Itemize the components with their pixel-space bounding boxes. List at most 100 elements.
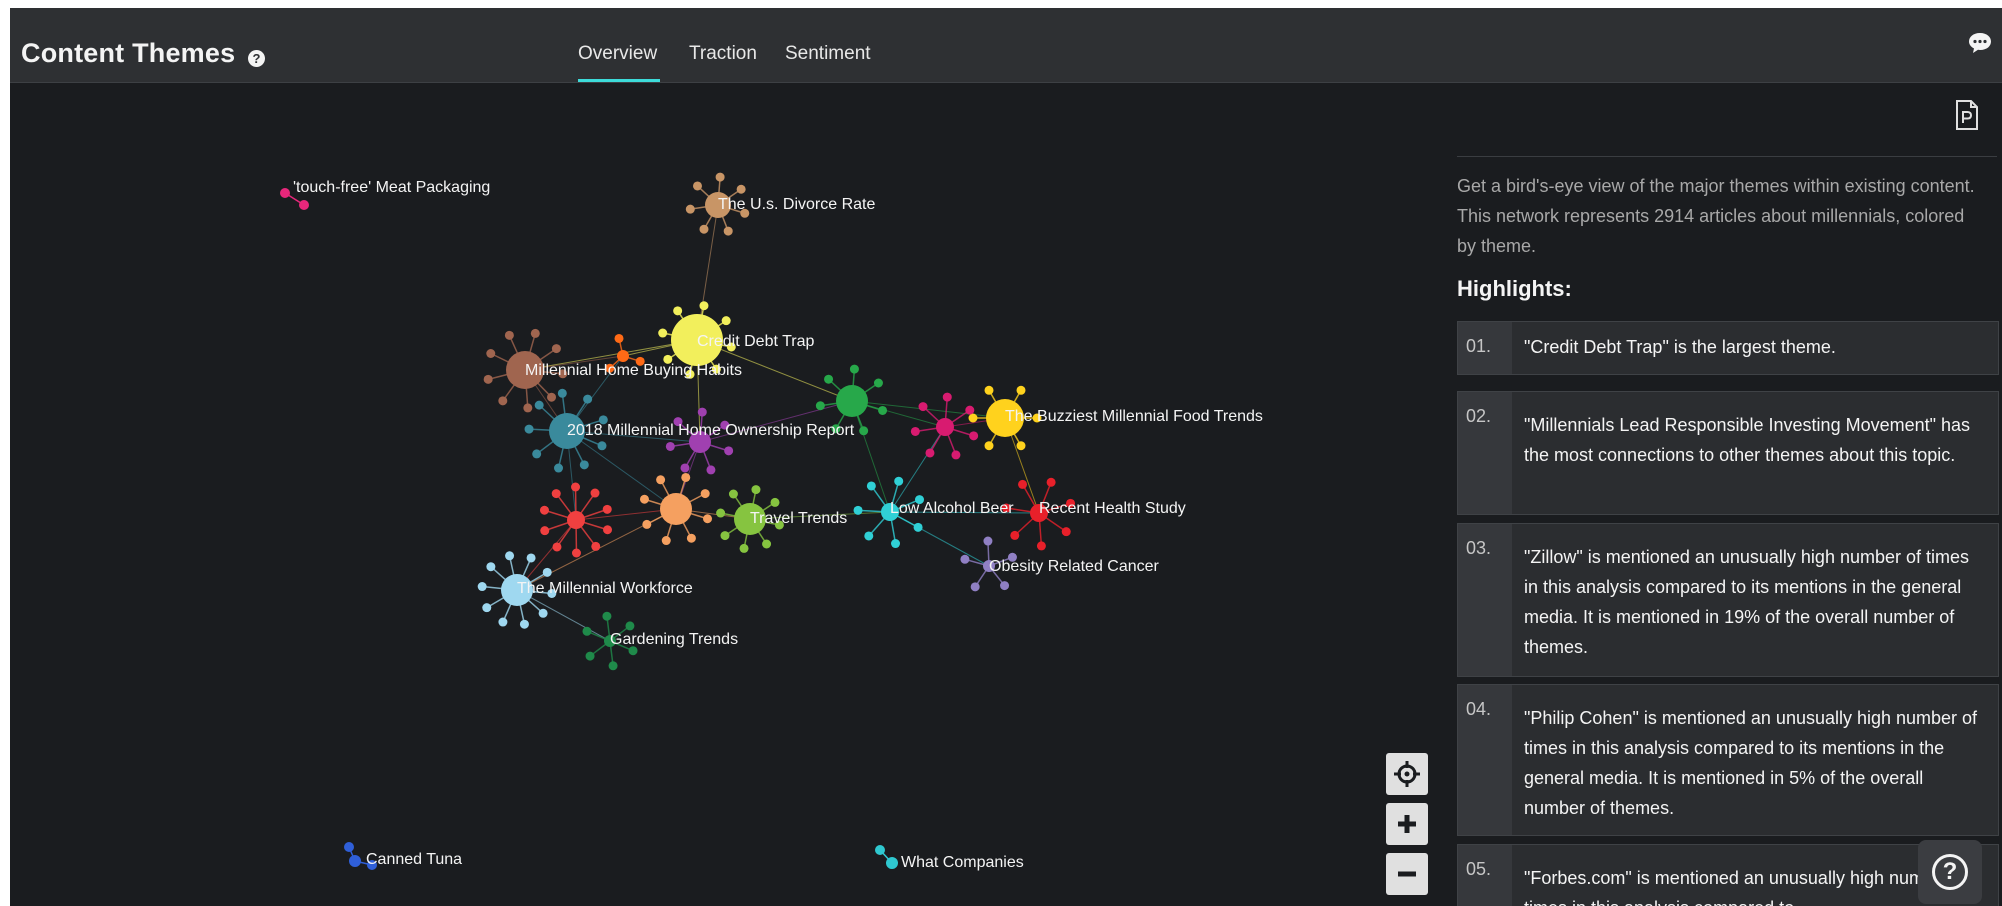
article-node[interactable] <box>1010 530 1020 540</box>
article-node[interactable] <box>349 855 361 867</box>
article-node[interactable] <box>486 349 496 359</box>
article-node[interactable] <box>875 845 885 855</box>
article-node[interactable] <box>583 394 593 404</box>
article-node[interactable] <box>579 460 589 470</box>
theme-node[interactable] <box>617 350 629 362</box>
article-node[interactable] <box>724 446 734 456</box>
article-node[interactable] <box>639 494 649 504</box>
pdf-icon[interactable] <box>1955 100 1979 130</box>
theme-label[interactable]: Travel Trends <box>750 510 847 527</box>
article-node[interactable] <box>642 519 652 529</box>
article-node[interactable] <box>571 482 581 492</box>
article-node[interactable] <box>1018 479 1028 489</box>
theme-label[interactable]: Credit Debt Trap <box>697 333 814 350</box>
article-node[interactable] <box>523 403 533 413</box>
article-node[interactable] <box>751 485 761 495</box>
article-node[interactable] <box>703 514 713 524</box>
article-node[interactable] <box>658 328 668 338</box>
article-node[interactable] <box>951 450 961 460</box>
article-node[interactable] <box>505 551 515 561</box>
article-node[interactable] <box>614 333 624 343</box>
article-node[interactable] <box>706 465 716 475</box>
zoom-in-button[interactable] <box>1386 803 1428 845</box>
theme-node[interactable] <box>836 385 868 417</box>
article-node[interactable] <box>685 204 695 214</box>
article-node[interactable] <box>969 431 979 441</box>
article-node[interactable] <box>582 626 592 636</box>
article-node[interactable] <box>913 522 923 532</box>
article-node[interactable] <box>656 475 666 485</box>
article-node[interactable] <box>984 385 994 395</box>
article-node[interactable] <box>894 476 904 486</box>
article-node[interactable] <box>665 441 675 451</box>
article-node[interactable] <box>720 531 730 541</box>
article-node[interactable] <box>891 539 901 549</box>
theme-label[interactable]: What Companies <box>901 854 1024 871</box>
theme-node[interactable] <box>936 418 954 436</box>
recenter-button[interactable] <box>1386 753 1428 795</box>
article-node[interactable] <box>299 200 309 210</box>
article-node[interactable] <box>942 392 952 402</box>
theme-label[interactable]: The U.s. Divorce Rate <box>718 196 875 213</box>
article-node[interactable] <box>886 857 898 869</box>
article-node[interactable] <box>530 328 540 338</box>
article-node[interactable] <box>1000 581 1010 591</box>
article-node[interactable] <box>983 536 993 546</box>
theme-label[interactable]: The Buzziest Millennial Food Trends <box>1005 408 1263 425</box>
article-node[interactable] <box>770 497 780 507</box>
article-node[interactable] <box>571 548 581 558</box>
tab-overview[interactable]: Overview <box>578 43 657 65</box>
article-node[interactable] <box>482 603 492 613</box>
article-node[interactable] <box>700 489 710 499</box>
article-node[interactable] <box>1016 441 1026 451</box>
article-node[interactable] <box>608 661 618 671</box>
article-node[interactable] <box>853 505 863 515</box>
article-node[interactable] <box>864 531 874 541</box>
article-node[interactable] <box>625 621 635 631</box>
article-node[interactable] <box>692 181 702 191</box>
article-node[interactable] <box>824 374 834 384</box>
theme-label[interactable]: 2018 Millennial Home Ownership Report <box>567 422 855 439</box>
article-node[interactable] <box>539 505 549 515</box>
article-node[interactable] <box>699 301 709 311</box>
article-node[interactable] <box>686 533 696 543</box>
article-node[interactable] <box>716 508 726 518</box>
article-node[interactable] <box>866 481 876 491</box>
article-node[interactable] <box>597 441 607 451</box>
article-node[interactable] <box>524 424 534 434</box>
article-node[interactable] <box>603 525 613 535</box>
tab-sentiment[interactable]: Sentiment <box>785 43 871 65</box>
article-node[interactable] <box>960 554 970 564</box>
theme-node[interactable] <box>660 493 692 525</box>
zoom-out-button[interactable] <box>1386 853 1428 895</box>
article-node[interactable] <box>542 567 552 577</box>
article-node[interactable] <box>1036 541 1046 551</box>
article-node[interactable] <box>762 539 772 549</box>
article-node[interactable] <box>538 608 548 618</box>
article-node[interactable] <box>477 582 487 592</box>
article-node[interactable] <box>552 542 562 552</box>
article-node[interactable] <box>970 582 980 592</box>
article-node[interactable] <box>344 842 354 852</box>
article-node[interactable] <box>697 407 707 417</box>
article-node[interactable] <box>984 441 994 451</box>
article-node[interactable] <box>280 188 290 198</box>
article-node[interactable] <box>1061 527 1071 537</box>
article-node[interactable] <box>551 489 561 499</box>
article-node[interactable] <box>965 405 975 415</box>
article-node[interactable] <box>585 651 595 661</box>
article-node[interactable] <box>680 463 690 473</box>
article-node[interactable] <box>547 392 557 402</box>
question-circle-icon[interactable]: ? <box>248 50 265 67</box>
article-node[interactable] <box>910 426 920 436</box>
article-node[interactable] <box>681 472 691 482</box>
article-node[interactable] <box>723 226 733 236</box>
article-node[interactable] <box>1046 477 1056 487</box>
article-node[interactable] <box>918 402 928 412</box>
article-node[interactable] <box>540 526 550 536</box>
theme-node[interactable] <box>567 511 585 529</box>
article-node[interactable] <box>661 536 671 546</box>
article-node[interactable] <box>728 489 738 499</box>
article-node[interactable] <box>590 488 600 498</box>
article-node[interactable] <box>532 449 542 459</box>
